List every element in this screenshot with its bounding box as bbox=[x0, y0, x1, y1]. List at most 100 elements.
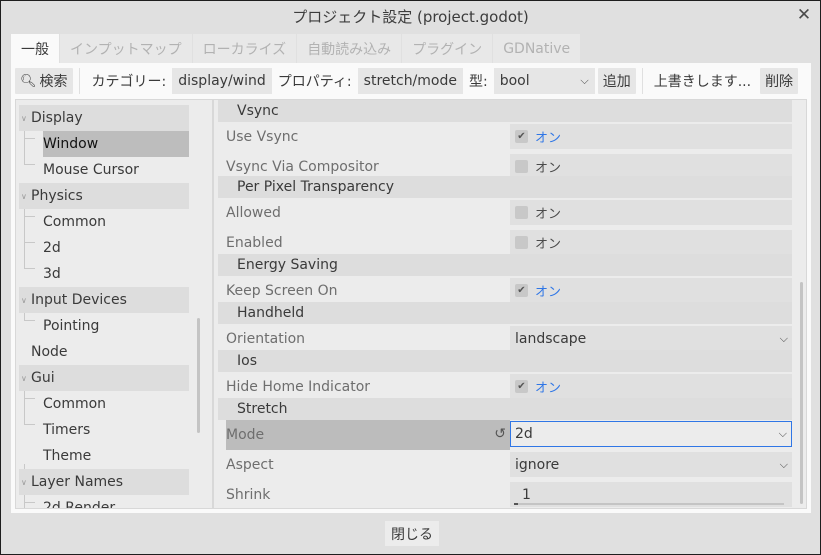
checkbox-label: オン bbox=[535, 381, 562, 396]
tree-item-physics-3d[interactable]: 3d bbox=[43, 261, 189, 287]
tree-line bbox=[24, 126, 25, 164]
window-title: プロジェクト設定 (project.godot) bbox=[292, 7, 529, 26]
project-settings-dialog: プロジェクト設定 (project.godot) ✕ 一般 インプットマップ ロ… bbox=[0, 0, 821, 555]
tree-line bbox=[24, 216, 35, 217]
close-icon[interactable]: ✕ bbox=[794, 5, 814, 25]
property-row-use-vsync: Use Vsync ✔ オン bbox=[218, 122, 792, 152]
tree-item-timers[interactable]: Timers bbox=[43, 417, 189, 443]
chevron-down-icon: ∨ bbox=[21, 114, 27, 123]
tab-plugins[interactable]: プラグイン bbox=[402, 34, 493, 63]
tree-item-pointing[interactable]: Pointing bbox=[43, 313, 189, 339]
revert-icon[interactable]: ↺ bbox=[494, 426, 506, 442]
select-value: 2d bbox=[515, 426, 533, 442]
tree-item-label: Node bbox=[31, 344, 68, 360]
chevron-down-icon: ⌵ bbox=[580, 74, 589, 87]
section-header: Stretch bbox=[218, 398, 792, 420]
property-name: Allowed bbox=[226, 205, 281, 221]
tab-gdnative[interactable]: GDNative bbox=[493, 34, 581, 63]
close-button[interactable]: 閉じる bbox=[385, 521, 439, 546]
tree-item-gui-common[interactable]: Common bbox=[43, 391, 189, 417]
tree-item-label: 3d bbox=[43, 266, 61, 282]
tree-item-label: 2d bbox=[43, 240, 61, 256]
checkbox-unchecked-icon bbox=[515, 236, 528, 249]
section-header: Handheld bbox=[218, 302, 792, 324]
section-header: Vsync bbox=[218, 100, 792, 122]
hide-home-indicator-checkbox[interactable]: ✔ オン bbox=[510, 374, 792, 399]
tree-item-label: Physics bbox=[31, 188, 83, 204]
section-label: Vsync bbox=[237, 103, 279, 119]
tree-item-gui[interactable]: ∨ Gui bbox=[19, 365, 189, 391]
section-label: Ios bbox=[237, 353, 257, 369]
tree-item-window[interactable]: Window bbox=[43, 131, 189, 157]
tree-scrollbar[interactable] bbox=[197, 318, 200, 433]
spinbox-slider-track[interactable] bbox=[514, 503, 784, 505]
tab-localization[interactable]: ローカライズ bbox=[192, 34, 297, 63]
checkbox-checked-icon: ✔ bbox=[515, 380, 528, 393]
general-panel: 🔍︎ 検索 カテゴリー: display/wind プロパティ: stretch… bbox=[11, 63, 811, 513]
property-name: Use Vsync bbox=[226, 129, 299, 145]
orientation-select[interactable]: landscape ⌵ bbox=[510, 326, 792, 351]
chevron-down-icon: ∨ bbox=[21, 296, 27, 305]
keep-screen-on-checkbox[interactable]: ✔ オン bbox=[510, 278, 792, 303]
tree-item-label: Display bbox=[31, 110, 83, 126]
section-label: Handheld bbox=[237, 305, 305, 321]
category-input[interactable]: display/wind bbox=[172, 68, 272, 94]
property-label: プロパティ: bbox=[277, 74, 352, 90]
tree-item-physics-2d[interactable]: 2d bbox=[43, 235, 189, 261]
tree-item-node[interactable]: Node bbox=[31, 339, 68, 365]
inspector-scrollbar[interactable] bbox=[800, 282, 803, 504]
tree-item-label: Timers bbox=[43, 422, 91, 438]
tree-item-label: Input Devices bbox=[31, 292, 127, 308]
type-select-value: bool bbox=[499, 73, 530, 89]
search-button[interactable]: 🔍︎ 検索 bbox=[15, 68, 73, 94]
tree-item-physics[interactable]: ∨ Physics bbox=[19, 183, 189, 209]
property-input[interactable]: stretch/mode bbox=[357, 68, 463, 94]
toolbar: 🔍︎ 検索 カテゴリー: display/wind プロパティ: stretch… bbox=[15, 67, 807, 95]
section-header: Per Pixel Transparency bbox=[218, 176, 792, 198]
section-header: Energy Saving bbox=[218, 254, 792, 276]
tree-item-label: Window bbox=[43, 136, 99, 152]
tree-line bbox=[24, 386, 25, 424]
tab-general[interactable]: 一般 bbox=[11, 34, 59, 63]
property-row-shrink: Shrink 1 bbox=[218, 480, 792, 508]
use-vsync-checkbox[interactable]: ✔ オン bbox=[510, 124, 792, 149]
tree-item-2d-render[interactable]: 2d Render bbox=[43, 495, 189, 508]
property-row-aspect: Aspect ignore ⌵ bbox=[218, 450, 792, 480]
tree-item-display[interactable]: ∨ Display bbox=[19, 105, 189, 131]
mode-select[interactable]: 2d ⌵ bbox=[510, 421, 792, 447]
tab-input-map[interactable]: インプットマップ bbox=[60, 34, 192, 63]
tree-item-physics-common[interactable]: Common bbox=[43, 209, 189, 235]
property-name: Shrink bbox=[226, 487, 271, 503]
section-label: Per Pixel Transparency bbox=[237, 179, 394, 195]
shrink-spinbox[interactable]: 1 bbox=[510, 482, 792, 507]
title-bar: プロジェクト設定 (project.godot) ✕ bbox=[1, 1, 820, 31]
checkbox-checked-icon: ✔ bbox=[515, 284, 528, 297]
tree-item-theme[interactable]: Theme bbox=[43, 443, 189, 469]
checkbox-label: オン bbox=[535, 161, 562, 176]
tree-line bbox=[24, 164, 35, 165]
checkbox-unchecked-icon bbox=[515, 160, 528, 173]
chevron-down-icon: ∨ bbox=[21, 478, 27, 487]
delete-button[interactable]: 削除 bbox=[760, 68, 799, 94]
enabled-checkbox[interactable]: オン bbox=[510, 230, 792, 255]
tree-line bbox=[24, 424, 35, 425]
property-name: Mode ↺ bbox=[226, 420, 510, 450]
tree-line bbox=[24, 398, 35, 399]
tree-item-input-devices[interactable]: ∨ Input Devices bbox=[19, 287, 189, 313]
tree-item-layer-names[interactable]: ∨ Layer Names bbox=[19, 469, 189, 495]
override-button[interactable]: 上書きします... bbox=[649, 68, 756, 94]
toolbar-separator bbox=[641, 68, 643, 94]
allowed-checkbox[interactable]: オン bbox=[510, 200, 792, 225]
tree-item-label: Theme bbox=[43, 448, 92, 464]
add-button[interactable]: 追加 bbox=[597, 68, 636, 94]
tab-autoload[interactable]: 自動読み込み bbox=[297, 34, 402, 63]
checkbox-label: オン bbox=[535, 207, 562, 222]
tree-item-label: Gui bbox=[31, 370, 55, 386]
property-inspector: Vsync Use Vsync ✔ オン Vsync Via Composito… bbox=[213, 99, 807, 509]
spinbox-slider-fill bbox=[514, 503, 518, 505]
property-name-text: Mode bbox=[226, 427, 265, 443]
aspect-select[interactable]: ignore ⌵ bbox=[510, 452, 792, 477]
select-value: ignore bbox=[515, 456, 560, 473]
type-select[interactable]: bool ⌵ bbox=[493, 68, 595, 94]
tree-item-mouse-cursor[interactable]: Mouse Cursor bbox=[43, 157, 189, 183]
